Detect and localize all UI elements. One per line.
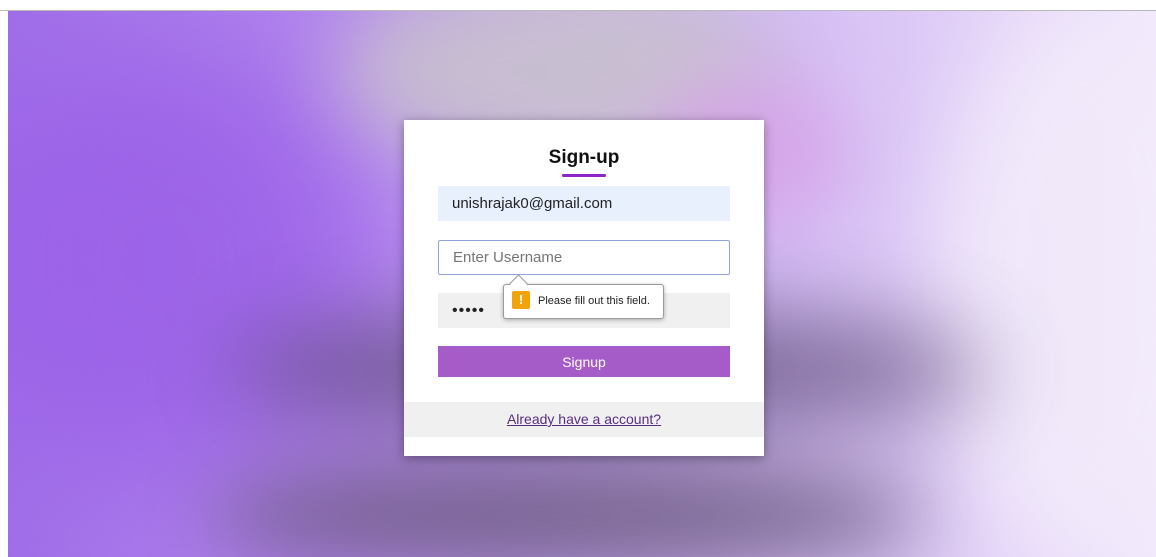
warning-icon: !	[512, 291, 530, 309]
page-title: Sign-up	[548, 147, 620, 168]
card-footer: Already have a account?	[404, 402, 764, 437]
signup-button[interactable]: Signup	[438, 346, 730, 377]
validation-tooltip: ! Please fill out this field.	[503, 284, 664, 319]
login-link[interactable]: Already have a account?	[404, 411, 764, 427]
title-underline	[562, 174, 606, 177]
username-input[interactable]	[438, 240, 730, 275]
validation-message: Please fill out this field.	[538, 295, 650, 307]
email-field[interactable]	[438, 186, 730, 221]
